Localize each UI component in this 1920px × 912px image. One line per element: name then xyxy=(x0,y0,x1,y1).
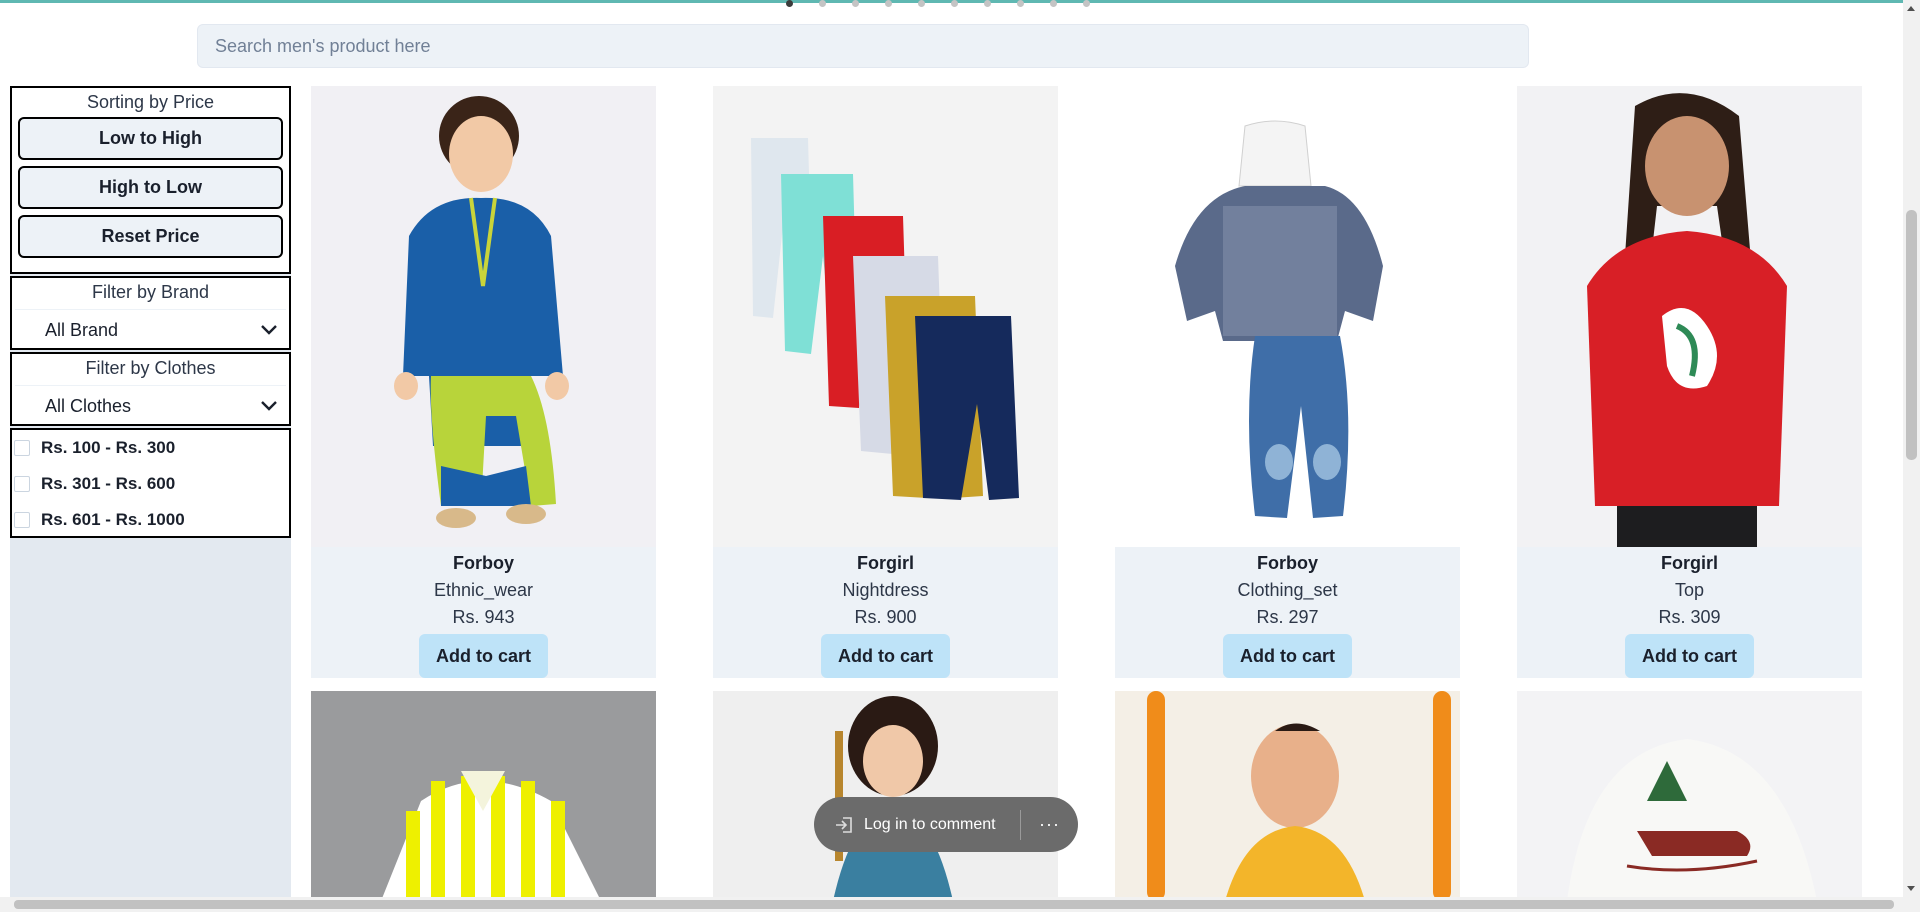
striped-shirt-image[interactable] xyxy=(311,691,656,901)
hoodie-jeans-image[interactable] xyxy=(1115,86,1460,547)
chevron-down-icon xyxy=(261,401,277,411)
clothes-select-value: All Clothes xyxy=(45,396,132,416)
product-card[interactable] xyxy=(1517,691,1862,901)
scroll-up-icon[interactable] xyxy=(1907,6,1915,11)
product-card[interactable]: Forgirl Nightdress Rs. 900 Add to cart xyxy=(713,86,1058,678)
carousel-dot[interactable] xyxy=(984,0,991,7)
carousel-dot[interactable] xyxy=(885,0,892,7)
clothes-select[interactable]: All Clothes xyxy=(15,385,286,427)
scrollbar-thumb[interactable] xyxy=(1906,210,1917,460)
login-to-comment-label: Log in to comment xyxy=(864,815,996,833)
product-card[interactable] xyxy=(1115,691,1460,901)
product-category: Top xyxy=(1674,580,1705,600)
product-info: Forboy Ethnic_wear Rs. 943 Add to cart xyxy=(311,547,656,678)
product-info: Forgirl Nightdress Rs. 900 Add to cart xyxy=(713,547,1058,678)
price-range-label: Rs. 601 - Rs. 1000 xyxy=(41,510,185,529)
carousel-dot[interactable] xyxy=(819,0,826,7)
product-card[interactable]: Forboy Clothing_set Rs. 297 Add to cart xyxy=(1115,86,1460,678)
carousel-dot[interactable] xyxy=(1017,0,1024,7)
carousel-dot[interactable] xyxy=(1050,0,1057,7)
brand-select[interactable]: All Brand xyxy=(15,309,286,351)
login-to-comment-button[interactable]: Log in to comment xyxy=(814,797,1020,852)
scrollbar-thumb[interactable] xyxy=(14,900,1894,909)
price-range-checkbox[interactable] xyxy=(14,476,30,492)
reset-price-button[interactable]: Reset Price xyxy=(18,215,283,258)
product-price: Rs. 900 xyxy=(854,607,917,627)
search-bar xyxy=(197,24,1529,68)
carousel-dot[interactable] xyxy=(918,0,925,7)
boy-kurta-image[interactable] xyxy=(311,86,656,547)
price-range-checkbox[interactable] xyxy=(14,512,30,528)
product-brand: Forboy xyxy=(1257,553,1318,573)
comment-bar: Log in to comment ··· xyxy=(814,797,1078,852)
price-range-option[interactable]: Rs. 301 - Rs. 600 xyxy=(12,466,289,502)
chevron-down-icon xyxy=(261,325,277,335)
sort-panel: Sorting by Price Low to High High to Low… xyxy=(10,86,291,274)
carousel-dot[interactable] xyxy=(786,0,793,7)
unicorn-top-image[interactable] xyxy=(1517,86,1862,547)
scroll-down-icon[interactable] xyxy=(1907,886,1915,891)
clothes-filter-panel: Filter by Clothes All Clothes xyxy=(10,352,291,426)
product-brand: Forgirl xyxy=(857,553,914,573)
product-info: Forboy Clothing_set Rs. 297 Add to cart xyxy=(1115,547,1460,678)
girl-dress-image[interactable] xyxy=(713,691,1058,901)
product-category: Ethnic_wear xyxy=(433,580,534,600)
product-card[interactable] xyxy=(311,691,656,901)
price-range-option[interactable]: Rs. 601 - Rs. 1000 xyxy=(12,502,289,538)
product-price: Rs. 943 xyxy=(452,607,515,627)
carousel-dots xyxy=(786,0,1090,7)
carousel-dot[interactable] xyxy=(1083,0,1090,7)
product-brand: Forgirl xyxy=(1661,553,1718,573)
product-card[interactable]: Forboy Ethnic_wear Rs. 943 Add to cart xyxy=(311,86,656,678)
brand-filter-panel: Filter by Brand All Brand xyxy=(10,276,291,350)
brand-select-value: All Brand xyxy=(45,320,119,340)
horizontal-scrollbar[interactable] xyxy=(0,897,1920,912)
clothes-filter-title: Filter by Clothes xyxy=(85,358,216,378)
product-info: Forgirl Top Rs. 309 Add to cart xyxy=(1517,547,1862,678)
price-range-panel: Rs. 100 - Rs. 300 Rs. 301 - Rs. 600 Rs. … xyxy=(10,428,291,538)
filter-sidebar: Sorting by Price Low to High High to Low… xyxy=(10,86,291,898)
product-price: Rs. 297 xyxy=(1256,607,1319,627)
product-price: Rs. 309 xyxy=(1658,607,1721,627)
product-category: Nightdress xyxy=(842,580,929,600)
price-range-label: Rs. 301 - Rs. 600 xyxy=(41,474,176,493)
add-to-cart-button[interactable]: Add to cart xyxy=(419,634,548,678)
product-brand: Forboy xyxy=(453,553,514,573)
vertical-scrollbar[interactable] xyxy=(1903,0,1920,897)
sort-low-to-high-button[interactable]: Low to High xyxy=(18,117,283,160)
sort-high-to-low-button[interactable]: High to Low xyxy=(18,166,283,209)
price-range-checkbox[interactable] xyxy=(14,440,30,456)
search-input[interactable] xyxy=(198,25,1528,67)
product-category: Clothing_set xyxy=(1237,580,1338,600)
add-to-cart-button[interactable]: Add to cart xyxy=(1223,634,1352,678)
product-card[interactable]: Forgirl Top Rs. 309 Add to cart xyxy=(1517,86,1862,678)
pajama-set-image[interactable] xyxy=(713,86,1058,547)
price-range-label: Rs. 100 - Rs. 300 xyxy=(41,438,176,457)
sort-title: Sorting by Price xyxy=(86,92,215,112)
sign-in-icon xyxy=(836,816,852,833)
brand-filter-title: Filter by Brand xyxy=(91,282,210,302)
carousel-dot[interactable] xyxy=(852,0,859,7)
add-to-cart-button[interactable]: Add to cart xyxy=(821,634,950,678)
product-card[interactable] xyxy=(713,691,1058,901)
add-to-cart-button[interactable]: Add to cart xyxy=(1625,634,1754,678)
more-options-button[interactable]: ··· xyxy=(1021,814,1078,835)
sleigh-sweater-image[interactable] xyxy=(1517,691,1862,901)
baby-kurta-image[interactable] xyxy=(1115,691,1460,901)
carousel-dot[interactable] xyxy=(951,0,958,7)
price-range-option[interactable]: Rs. 100 - Rs. 300 xyxy=(12,430,289,466)
